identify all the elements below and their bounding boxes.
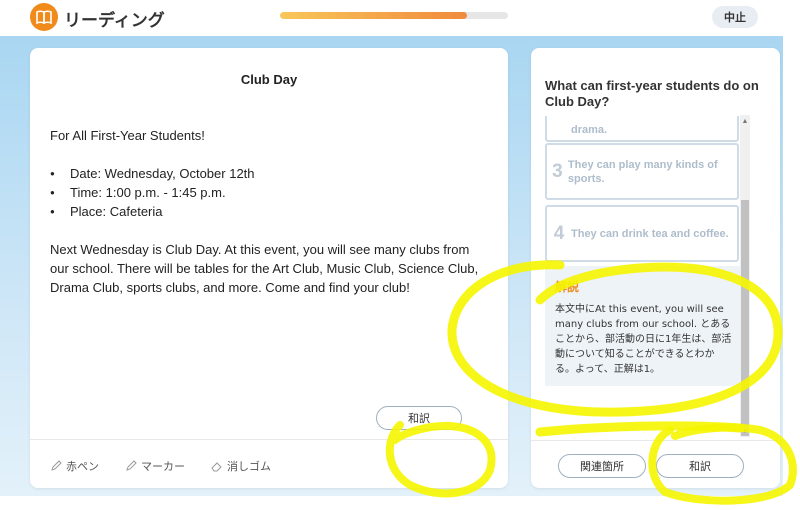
marker-label: マーカー: [141, 460, 185, 473]
eraser-label: 消しゴム: [227, 460, 271, 473]
choice-text: They can drink tea and coffee.: [571, 227, 729, 240]
passage-translate-button[interactable]: 和訳: [376, 406, 462, 430]
marker-icon: [126, 460, 137, 471]
explanation-title: 解説: [555, 280, 580, 294]
open-book-icon: [30, 3, 58, 31]
explanation-body: 本文中にAt this event, you will see many clu…: [555, 304, 732, 375]
progress-fill: [280, 12, 467, 19]
scroll-down-arrow-icon[interactable]: ▼: [740, 427, 750, 437]
explanation-panel: 解説 本文中にAt this event, you will see many …: [545, 266, 742, 386]
app-title: リーディング: [64, 11, 165, 31]
related-section-button[interactable]: 関連箇所: [558, 454, 646, 478]
scrollbar-thumb[interactable]: [741, 200, 749, 436]
answer-choice[interactable]: drama.: [545, 116, 739, 142]
red-pen-tool[interactable]: 赤ペン: [50, 458, 99, 474]
question-translate-button[interactable]: 和訳: [656, 454, 744, 478]
top-bar: リーディング 中止: [0, 0, 800, 36]
passage-title: Club Day: [240, 72, 298, 87]
eraser-icon: [211, 462, 222, 472]
list-item: Time: 1:00 p.m. - 1:45 p.m.: [50, 183, 490, 202]
choice-text: drama.: [571, 124, 608, 136]
question-title: What can first-year students do on Club …: [545, 78, 759, 109]
answer-choice[interactable]: 4 They can drink tea and coffee.: [545, 205, 739, 262]
eraser-tool[interactable]: 消しゴム: [211, 458, 271, 474]
scroll-up-arrow-icon[interactable]: ▲: [740, 117, 750, 127]
choice-text: They can play many kinds of sports.: [567, 158, 718, 185]
marker-tool[interactable]: マーカー: [125, 458, 185, 474]
choice-number: 4: [553, 222, 565, 244]
list-item: Date: Wednesday, October 12th: [50, 164, 490, 183]
choice-number: 3: [552, 160, 563, 182]
progress-bar: [280, 12, 508, 19]
red-pen-label: 赤ペン: [66, 460, 99, 473]
passage-body: For All First-Year Students! Date: Wedne…: [50, 126, 490, 297]
answer-choice[interactable]: 3 They can play many kinds of sports.: [545, 143, 739, 200]
quit-button[interactable]: 中止: [712, 6, 758, 28]
divider: [531, 440, 780, 441]
annotation-toolbar: 赤ペン マーカー 消しゴム: [50, 458, 271, 474]
event-details-list: Date: Wednesday, October 12th Time: 1:00…: [50, 164, 490, 221]
choices-scrollbar[interactable]: ▲ ▼: [740, 115, 750, 437]
passage-greeting: For All First-Year Students!: [50, 128, 205, 143]
passage-paragraph: Next Wednesday is Club Day. At this even…: [50, 242, 479, 295]
pencil-icon: [51, 460, 62, 471]
list-item: Place: Cafeteria: [50, 202, 490, 221]
divider: [30, 439, 508, 440]
